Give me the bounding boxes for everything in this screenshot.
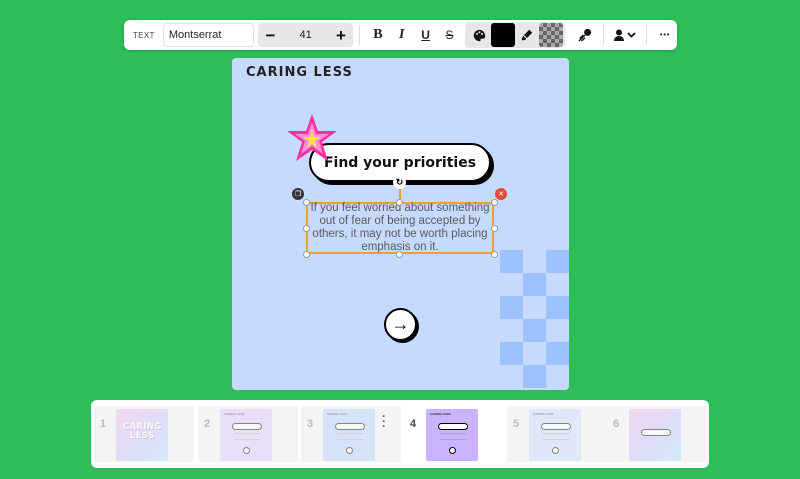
text-toolbar: TEXT Montserrat − 41 + B I U S ••• bbox=[124, 20, 677, 50]
palette-icon[interactable] bbox=[467, 23, 491, 47]
font-family-select[interactable]: Montserrat bbox=[162, 23, 255, 47]
slide-thumbnail-4[interactable]: 4 CARING LESS bbox=[404, 406, 504, 462]
slide-thumbnail-3[interactable]: 3 CARING LESS bbox=[301, 406, 401, 462]
slide-preview: CARING LESS bbox=[426, 409, 478, 461]
slide-filmstrip: 1 CARING LESS 2 CARING LESS 3 CARING LES… bbox=[91, 400, 709, 468]
slide-number: 4 bbox=[410, 418, 417, 430]
slide-thumbnail-2[interactable]: 2 CARING LESS bbox=[198, 406, 298, 462]
user-dropdown-icon[interactable] bbox=[610, 23, 640, 47]
resize-handle[interactable] bbox=[491, 199, 498, 206]
slide-options-icon[interactable]: · · · bbox=[382, 410, 386, 432]
underline-button[interactable]: U bbox=[414, 23, 438, 47]
text-color-swatch[interactable] bbox=[491, 23, 516, 47]
slide-preview: CARING LESS bbox=[323, 409, 375, 461]
slide-thumbnail-6[interactable]: 6 bbox=[607, 406, 707, 462]
canvas-title[interactable]: CARING LESS bbox=[246, 65, 353, 80]
effects-icon[interactable] bbox=[573, 23, 597, 47]
strikethrough-button[interactable]: S bbox=[438, 23, 462, 47]
toolbar-mode-label: TEXT bbox=[133, 30, 155, 40]
star-icon[interactable] bbox=[286, 113, 338, 165]
italic-button[interactable]: I bbox=[390, 23, 414, 47]
font-size-stepper: − 41 + bbox=[258, 23, 353, 47]
resize-handle[interactable] bbox=[303, 225, 310, 232]
slide-preview: CARING LESS bbox=[220, 409, 272, 461]
highlight-color-swatch[interactable] bbox=[539, 23, 564, 47]
color-group bbox=[465, 22, 566, 48]
divider bbox=[646, 25, 648, 45]
thumb-title: CARING LESS bbox=[327, 412, 348, 416]
resize-handle[interactable] bbox=[303, 199, 310, 206]
duplicate-icon[interactable]: ❐ bbox=[292, 188, 304, 200]
resize-handle[interactable] bbox=[491, 225, 498, 232]
thumb-title: CARING LESS bbox=[224, 412, 245, 416]
design-canvas[interactable]: CARING LESS Find your priorities ↻ ❐ ✕ I… bbox=[232, 58, 569, 390]
increase-size-button[interactable]: + bbox=[334, 27, 348, 44]
slide-preview: CARING LESS bbox=[529, 409, 581, 461]
slide-thumbnail-5[interactable]: 5 CARING LESS bbox=[507, 406, 607, 462]
slide-preview: CARING LESS bbox=[116, 409, 168, 461]
slide-number: 6 bbox=[613, 418, 620, 430]
arrow-right-icon[interactable]: → bbox=[384, 308, 417, 341]
slide-number: 2 bbox=[204, 418, 211, 430]
selected-text-box[interactable]: If you feel worried about something out … bbox=[306, 202, 494, 254]
resize-handle[interactable] bbox=[396, 199, 403, 206]
bold-button[interactable]: B bbox=[366, 23, 390, 47]
slide-number: 1 bbox=[100, 418, 107, 430]
slide-preview bbox=[629, 409, 681, 461]
slide-thumbnail-1[interactable]: 1 CARING LESS bbox=[94, 406, 194, 462]
checker-pattern bbox=[500, 250, 569, 390]
rotate-handle-icon[interactable]: ↻ bbox=[393, 176, 406, 189]
thumb-title: CARING LESS bbox=[430, 412, 451, 416]
delete-icon[interactable]: ✕ bbox=[495, 188, 507, 200]
thumb-title: CARING LESS bbox=[533, 412, 554, 416]
slide-number: 5 bbox=[513, 418, 520, 430]
thumb-title: CARING LESS bbox=[122, 422, 162, 441]
divider bbox=[358, 25, 360, 45]
more-options-icon[interactable]: ••• bbox=[653, 23, 677, 47]
font-size-value[interactable]: 41 bbox=[300, 29, 312, 41]
decrease-size-button[interactable]: − bbox=[263, 27, 277, 44]
resize-handle[interactable] bbox=[396, 251, 403, 258]
highlighter-icon[interactable] bbox=[515, 23, 539, 47]
resize-handle[interactable] bbox=[303, 251, 310, 258]
slide-number: 3 bbox=[307, 418, 314, 430]
divider bbox=[603, 25, 605, 45]
resize-handle[interactable] bbox=[491, 251, 498, 258]
